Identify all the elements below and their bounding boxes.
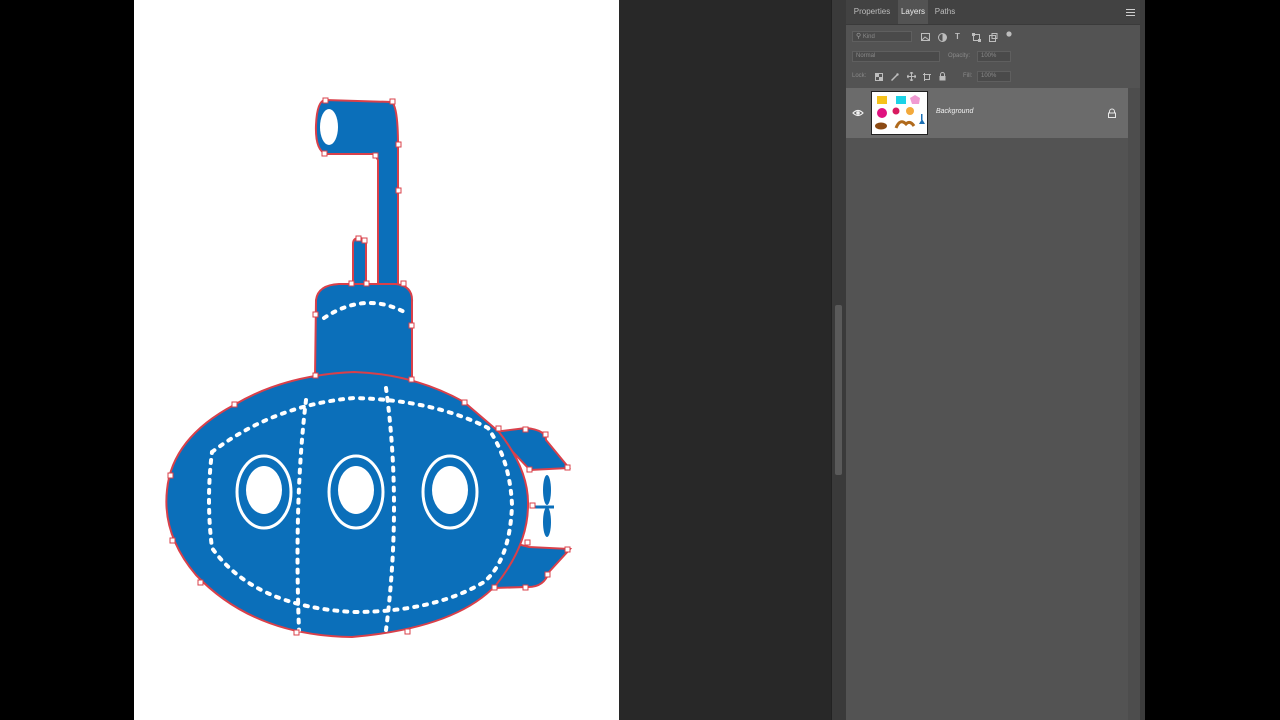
visibility-eye-icon[interactable] (852, 108, 864, 118)
porthole-2-glass (338, 466, 374, 514)
layers-list-scrollbar[interactable] (1128, 88, 1140, 720)
blend-opacity-row: Normal Opacity: 100% (846, 50, 1140, 64)
lock-artboard-icon[interactable] (923, 73, 931, 81)
porthole-3-glass (432, 466, 468, 514)
canvas-vertical-scrollbar[interactable] (831, 0, 846, 720)
tab-layers[interactable]: Layers (898, 0, 928, 24)
lock-label: Lock: (852, 73, 867, 79)
layer-row-background[interactable]: Background (846, 88, 1128, 138)
panel-tab-bar: Properties Layers Paths (846, 0, 1140, 25)
layer-thumbnail (871, 91, 928, 135)
document-canvas[interactable] (134, 0, 619, 720)
layer-filter-row: ⚲ Kind T (846, 30, 1140, 44)
opacity-input[interactable]: 100% (977, 51, 1011, 62)
filter-toggle-icon[interactable] (1006, 31, 1012, 37)
lock-position-icon[interactable] (907, 72, 916, 81)
opacity-label: Opacity: (948, 53, 971, 59)
pipe-shape (352, 236, 367, 285)
fill-input[interactable]: 100% (977, 71, 1011, 82)
lock-image-pixels-icon[interactable] (891, 73, 899, 81)
pasteboard (619, 0, 831, 720)
filter-kind-select[interactable]: ⚲ Kind (852, 31, 912, 42)
layer-thumbnail-image (875, 95, 925, 130)
periscope-window (320, 109, 338, 145)
submarine-artwork[interactable] (134, 0, 619, 720)
filter-type-icon[interactable]: T (955, 32, 960, 42)
propeller-blade-bottom (543, 507, 551, 537)
panel-menu-icon[interactable] (1126, 9, 1135, 16)
layers-panel: Properties Layers Paths ⚲ Kind T Normal … (846, 0, 1145, 720)
tab-properties[interactable]: Properties (850, 0, 894, 24)
propeller-blade-top (543, 475, 551, 505)
filter-smart-object-icon[interactable] (989, 33, 998, 42)
screen-margin (1145, 0, 1280, 720)
blend-mode-select[interactable]: Normal (852, 51, 940, 62)
tab-paths[interactable]: Paths (932, 0, 958, 24)
lock-all-icon[interactable] (939, 72, 946, 81)
lock-transparent-pixels-icon[interactable] (875, 73, 883, 81)
search-icon: ⚲ (856, 33, 862, 40)
layer-lock-icon[interactable] (1107, 108, 1117, 118)
tower-shape (313, 283, 414, 384)
layer-name[interactable]: Background (936, 108, 973, 115)
filter-pixel-icon[interactable] (921, 33, 930, 41)
filter-shape-icon[interactable] (972, 33, 981, 42)
lock-fill-row: Lock: Fill: 100% (846, 70, 1140, 84)
fill-label: Fill: (963, 73, 973, 79)
scrollbar-thumb[interactable] (835, 305, 842, 475)
filter-kind-label: Kind (862, 34, 875, 40)
porthole-1-glass (246, 466, 282, 514)
filter-adjustment-icon[interactable] (938, 33, 947, 42)
